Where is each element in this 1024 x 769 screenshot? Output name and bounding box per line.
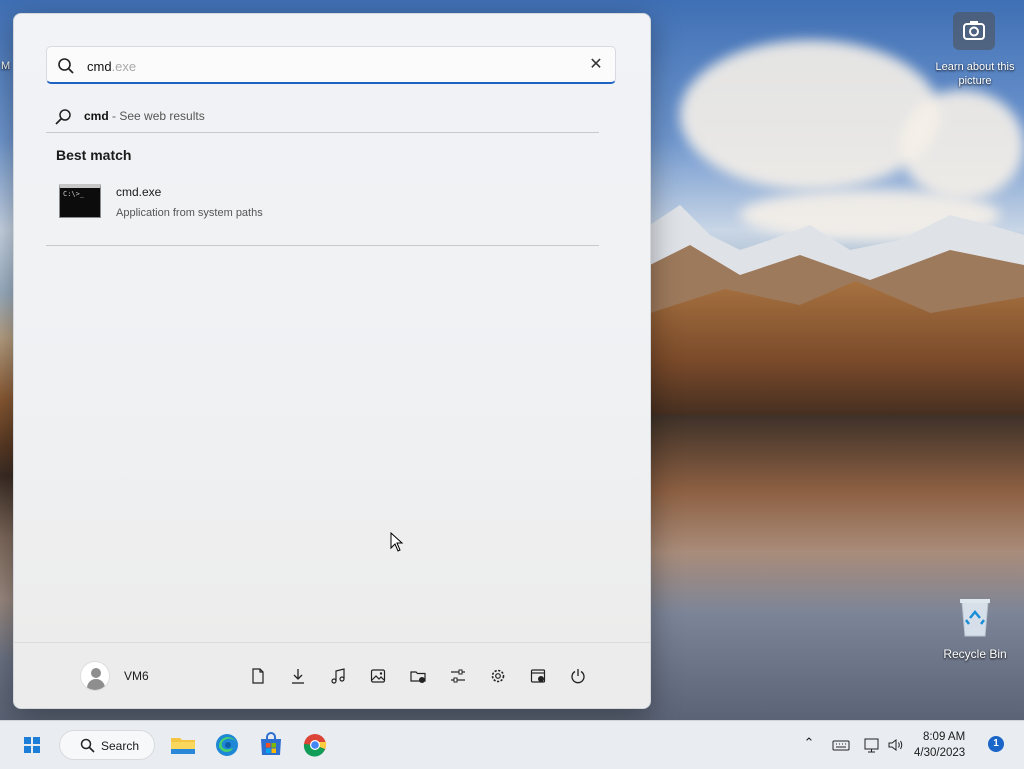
settings-icon[interactable] [487, 665, 509, 687]
web-result-suffix: - See web results [108, 109, 205, 123]
wallpaper-lake [650, 415, 1024, 720]
result-name: cmd.exe [116, 185, 162, 199]
result-subtitle: Application from system paths [116, 207, 263, 219]
file-explorer-icon[interactable] [527, 665, 549, 687]
learn-about-picture-label[interactable]: Learn about this picture [930, 60, 1020, 88]
keyboard-icon[interactable] [831, 735, 851, 755]
documents-icon[interactable] [247, 665, 269, 687]
taskbar-search-button[interactable]: Search [59, 730, 155, 760]
windows-logo-icon [24, 737, 40, 753]
chrome-browser-icon[interactable] [299, 729, 331, 761]
network-folder-icon[interactable] [407, 665, 429, 687]
camera-icon[interactable] [953, 12, 995, 50]
clock-date: 4/30/2023 [914, 747, 966, 759]
search-icon [55, 109, 71, 125]
power-icon[interactable] [567, 665, 589, 687]
personalization-icon[interactable] [447, 665, 469, 687]
divider [46, 245, 599, 246]
search-typed-text: cmd [87, 59, 112, 74]
avatar [80, 661, 110, 691]
mouse-cursor-icon [390, 532, 404, 552]
recycle-bin-icon[interactable] [957, 596, 993, 638]
music-icon[interactable] [327, 665, 349, 687]
start-search-input[interactable]: cmd.exe ✕ [46, 46, 616, 84]
user-name: VM6 [124, 669, 149, 683]
start-menu: cmd.exe ✕ cmd - See web results Best mat… [13, 13, 651, 709]
start-button[interactable] [16, 729, 48, 761]
taskbar-search-label: Search [101, 739, 140, 753]
desktop-edge-label: M [1, 60, 11, 72]
pictures-icon[interactable] [367, 665, 389, 687]
wallpaper-cloud [680, 40, 940, 190]
best-match-result[interactable]: C:\>_ cmd.exe Application from system pa… [54, 179, 594, 227]
file-explorer-taskbar-icon[interactable] [167, 729, 199, 761]
best-match-heading: Best match [56, 147, 132, 163]
downloads-icon[interactable] [287, 665, 309, 687]
web-result-text: cmd - See web results [84, 109, 205, 123]
chevron-up-icon[interactable]: ⌃ [799, 735, 819, 755]
network-icon[interactable] [862, 735, 882, 755]
search-icon [58, 58, 74, 74]
microsoft-store-icon[interactable] [255, 729, 287, 761]
volume-icon[interactable] [886, 735, 906, 755]
taskbar: Search ⌃ 8:09 AM 4/30/2023 1 [0, 720, 1024, 769]
search-autocomplete-hint: .exe [111, 59, 137, 74]
start-footer: VM6 [14, 642, 650, 708]
edge-browser-icon[interactable] [211, 729, 243, 761]
wallpaper-cloud [900, 90, 1024, 200]
web-result-query: cmd [84, 109, 109, 123]
web-search-result[interactable]: cmd - See web results [54, 106, 594, 128]
search-icon [80, 738, 95, 753]
divider [46, 132, 599, 133]
user-account-button[interactable]: VM6 [80, 661, 210, 691]
clock-time: 8:09 AM [922, 731, 966, 743]
recycle-bin-label[interactable]: Recycle Bin [930, 647, 1020, 661]
command-prompt-icon: C:\>_ [59, 184, 101, 218]
clear-search-button[interactable]: ✕ [587, 56, 605, 74]
system-clock[interactable]: 8:09 AM 4/30/2023 [914, 729, 965, 761]
notification-badge[interactable]: 1 [988, 736, 1004, 752]
search-query: cmd.exe [87, 59, 136, 74]
